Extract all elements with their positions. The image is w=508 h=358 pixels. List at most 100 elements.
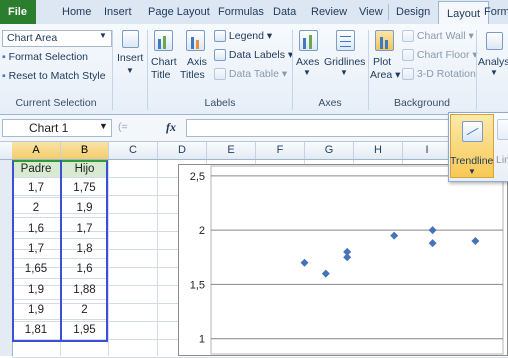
cell-hijo[interactable]: 1,8 [61,238,109,259]
name-box[interactable]: Chart 1 ▼ [2,119,112,137]
tab-layout[interactable]: Layout [438,1,490,26]
cell-hijo[interactable]: 1,6 [61,259,109,280]
insert-function-icon[interactable]: fx [166,120,176,135]
chevron-down-icon: ▼ [99,31,107,40]
gridlines-icon [336,30,355,51]
chart-title-button[interactable]: Chart Title [148,28,178,94]
analysis-button[interactable]: Analysis ▼ [478,28,508,94]
group-separator [476,30,477,110]
scatter-point[interactable] [428,239,437,248]
column-header-i[interactable]: I [403,142,452,159]
axes-label: Axes [296,56,320,68]
format-selection-button[interactable]: ▪ Format Selection [2,51,88,63]
data-labels-button[interactable]: Data Labels ▾ [214,49,293,62]
selection-range-divider [60,160,62,342]
cell-padre[interactable]: 1,7 [12,238,61,259]
3d-rotation-button[interactable]: 3-D Rotation [402,68,476,81]
column-header-row: A B C D E F G H I [0,142,508,160]
axis-titles-button[interactable]: Axis Titles [180,28,210,94]
cell-padre[interactable]: 1,9 [12,279,61,300]
chart-title-icon [154,30,173,51]
insert-shape-icon [122,30,139,48]
group-label-background: Background [393,97,451,109]
plot-area[interactable] [210,165,504,355]
3d-rotation-label: 3-D Rotation [416,68,476,80]
tab-design[interactable]: Design [396,0,430,24]
cell-padre[interactable]: 1,9 [12,299,61,320]
cell-hijo[interactable]: 1,7 [61,218,109,239]
insert-button[interactable]: Insert ▼ [115,28,145,94]
reset-to-match-style-button[interactable]: ▪ Reset to Match Style [2,70,106,82]
data-table-button[interactable]: Data Table ▾ [214,68,287,81]
cell-padre[interactable]: 1,6 [12,218,61,239]
legend-button[interactable]: Legend ▾ [214,30,272,43]
trendline-button[interactable]: Trendline ▼ [450,114,494,178]
analysis-icon [486,32,503,50]
cell-hijo[interactable]: 1,95 [61,320,109,341]
column-header-g[interactable]: G [305,142,354,159]
chevron-down-icon: ▼ [99,121,108,131]
column-header-f[interactable]: F [256,142,305,159]
analysis-label: Analysis [478,56,508,68]
chart-title-label-2: Title [151,69,171,81]
cell-padre[interactable]: 1,7 [12,178,61,198]
cell-padre[interactable]: 2 [12,198,61,219]
cell-hijo[interactable]: 1,9 [61,198,109,219]
cell-hijo[interactable]: 1,75 [61,178,109,198]
tab-data[interactable]: Data [273,0,296,24]
cell-hijo[interactable]: 2 [61,299,109,320]
column-header-d[interactable]: D [158,142,207,159]
scatter-point[interactable] [343,247,352,256]
column-header-e[interactable]: E [207,142,256,159]
tab-home[interactable]: Home [62,0,91,24]
chart-floor-label: Chart Floor [416,49,470,61]
formula-input[interactable] [186,119,458,137]
cell-b1-header[interactable]: Hijo [61,160,109,178]
scatter-point[interactable] [471,237,480,245]
chevron-down-icon: ▼ [490,68,498,77]
formula-bar-resize-icon: (= [118,121,128,133]
trendline-dropdown-popup: Trendline ▼ Lin [448,112,508,182]
group-label-current-selection: Current Selection [15,97,97,109]
tab-review[interactable]: Review [311,0,347,24]
tab-separator [388,4,389,20]
cell-padre[interactable]: 1,65 [12,259,61,280]
plot-area-icon [375,30,394,51]
cell-hijo[interactable]: 1,88 [61,279,109,300]
chart-element-value: Chart Area [7,32,58,44]
reset-style-label: Reset to Match Style [8,70,106,82]
ribbon: Chart Area ▼ ▪ Format Selection ▪ Reset … [0,24,508,115]
cell-padre[interactable]: 1,81 [12,320,61,341]
tab-file[interactable]: File [0,0,36,24]
plot-area-label-2: Area ▾ [370,69,401,81]
scatter-point[interactable] [321,269,330,278]
scatter-point[interactable] [390,231,399,240]
trendline-label: Trendline [450,155,494,167]
plot-area-button[interactable]: Plot Area ▾ [370,28,401,94]
chart-wall-button[interactable]: Chart Wall ▾ [402,30,474,43]
column-header-h[interactable]: H [354,142,403,159]
column-header-c[interactable]: C [109,142,158,159]
scatter-chart[interactable]: 2,5 2 1,5 1 [178,164,508,356]
tab-formulas[interactable]: Formulas [218,0,264,24]
tab-view[interactable]: View [359,0,383,24]
gridlines-button[interactable]: Gridlines ▼ [324,28,366,94]
reset-style-icon: ▪ [2,70,6,82]
cell-a1-header[interactable]: Padre [12,160,61,178]
axis-titles-icon [186,30,205,51]
column-header-b[interactable]: B [61,142,109,159]
scatter-point[interactable] [300,258,309,267]
tab-page-layout[interactable]: Page Layout [148,0,210,24]
scatter-point[interactable] [428,226,437,235]
column-header-a[interactable]: A [12,142,61,159]
lines-label[interactable]: Lin [496,154,508,166]
chart-floor-button[interactable]: Chart Floor ▾ [402,49,478,62]
chevron-down-icon: ▼ [468,167,476,176]
axes-button[interactable]: Axes ▼ [294,28,322,94]
chart-wall-icon [402,30,414,43]
gridlines-label: Gridlines [324,56,366,68]
chart-element-dropdown[interactable]: Chart Area ▼ [2,30,112,47]
tab-format[interactable]: Format [484,0,508,24]
tab-insert[interactable]: Insert [104,0,132,24]
column-gridline [157,160,158,356]
